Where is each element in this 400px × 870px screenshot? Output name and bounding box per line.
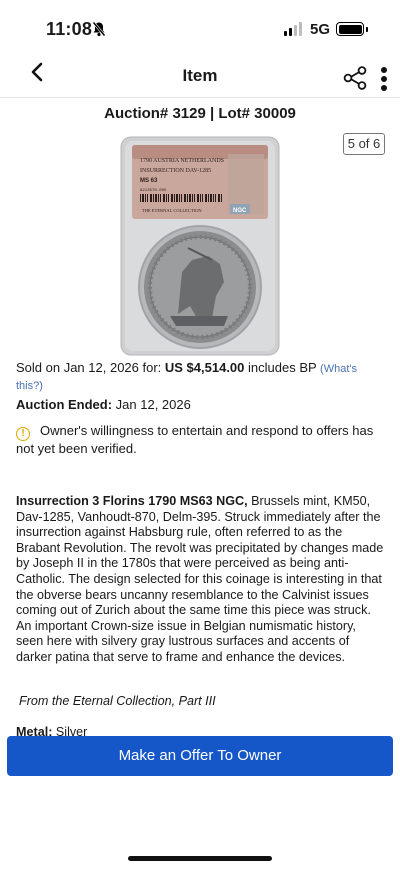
sold-suffix: includes BP xyxy=(244,360,321,375)
battery-icon xyxy=(336,22,368,36)
auction-ended: Auction Ended: Jan 12, 2026 xyxy=(16,397,386,413)
slab-line-2: INSURRECTION DAV-1285 xyxy=(140,168,211,174)
item-description: Insurrection 3 Florins 1790 MS63 NGC, Br… xyxy=(16,494,386,666)
bell-slash-icon xyxy=(92,21,106,37)
item-photo[interactable]: 1790 AUSTRIA NETHERLANDS INSURRECTION DA… xyxy=(120,136,280,356)
status-bar: 11:08 5G xyxy=(0,0,400,56)
sold-prefix: Sold on Jan 12, 2026 for: xyxy=(16,360,165,375)
owner-notice: ! Owner's willingness to entertain and re… xyxy=(16,423,386,457)
collection-note: From the Eternal Collection, Part III xyxy=(19,694,216,708)
slab-line-1: 1790 AUSTRIA NETHERLANDS xyxy=(140,158,224,164)
home-indicator xyxy=(128,856,272,861)
auction-ended-date: Jan 12, 2026 xyxy=(112,397,191,412)
make-offer-button[interactable]: Make an Offer To Owner xyxy=(7,736,393,776)
lot-title: Auction# 3129 | Lot# 30009 xyxy=(104,105,296,122)
description-lead: Insurrection 3 Florins 1790 MS63 NGC, xyxy=(16,494,248,508)
slab-grade: MS 63 xyxy=(140,178,158,184)
more-options-icon[interactable] xyxy=(380,66,388,92)
description-body: Brussels mint, KM50, Dav-1285, Vanhoudt-… xyxy=(16,494,384,664)
cellular-signal-icon xyxy=(284,22,304,36)
owner-notice-text: Owner's willingness to entertain and res… xyxy=(16,423,374,456)
slab-grader: NGC xyxy=(233,208,247,214)
sold-price: US $4,514.00 xyxy=(164,360,245,375)
page-title: Item xyxy=(182,66,218,85)
info-circle-icon: ! xyxy=(16,427,30,441)
network-type: 5G xyxy=(310,21,331,38)
auction-ended-label: Auction Ended: xyxy=(16,397,113,412)
image-counter: 5 of 6 xyxy=(343,133,385,155)
slab-cert: 8213570-005 xyxy=(140,189,167,193)
nav-bar: Item xyxy=(0,56,400,98)
status-time: 11:08 xyxy=(46,19,93,39)
sold-info: Sold on Jan 12, 2026 for: US $4,514.00 i… xyxy=(16,360,386,394)
slab-pedigree: THE ETERNAL COLLECTION xyxy=(142,208,202,213)
share-icon[interactable] xyxy=(342,65,368,91)
